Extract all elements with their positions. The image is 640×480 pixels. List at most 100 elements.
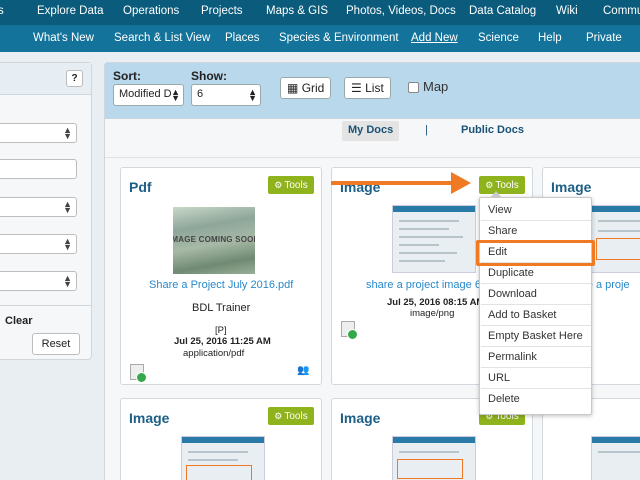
doc-card-image[interactable]: Image ⚙ Tools [120,398,322,480]
modified-date: Jul 25, 2016 08:15 AM [387,297,485,308]
group-icon: 👥 [297,365,310,376]
help-button[interactable]: ? [66,70,83,87]
thumbnail-line [399,220,459,222]
filter-select-2[interactable]: ▲ ▼ [0,197,77,217]
show-value: 6 [197,88,204,100]
card-title: Image [551,179,592,195]
thumbnail-line [598,451,640,453]
nav-item-partial[interactable]: s [0,5,4,18]
image-thumbnail[interactable] [591,205,640,273]
nav-science[interactable]: Science [478,32,519,45]
gear-icon: ⚙ [274,411,283,421]
list-view-button[interactable]: ☰ List [344,77,391,99]
menu-item-delete[interactable]: Delete [481,389,591,410]
nav-help[interactable]: Help [538,32,562,45]
thumbnail-line [188,459,238,461]
grid-view-button[interactable]: ▦ Grid [280,77,332,99]
menu-item-empty-basket-here[interactable]: Empty Basket Here [481,326,591,347]
nav-whats-new[interactable]: What's New [33,32,94,45]
doc-card-pdf[interactable]: Pdf ⚙ Tools IMAGE COMING SOON Share a Pro… [120,167,322,385]
menu-caret [490,191,502,198]
file-name-link[interactable]: share a project image 6 [366,279,481,291]
thumbnail-line [399,451,459,453]
filter-select-4[interactable]: ▲ ▼ [0,271,77,291]
sort-select[interactable]: Modified D ▲ ▼ [113,84,184,106]
card-title: Image [129,410,170,426]
menu-item-duplicate[interactable]: Duplicate [481,263,591,284]
map-checkbox[interactable] [408,82,419,93]
nav-add-new[interactable]: Add New [411,32,458,45]
show-select[interactable]: 6 ▲ ▼ [191,84,261,106]
image-thumbnail[interactable] [181,436,265,480]
nav-wiki[interactable]: Wiki [556,5,578,18]
privacy-flag: [P] [215,325,227,336]
secondary-nav: What's New Search & List View Places Spe… [0,25,640,52]
mime-type: application/pdf [183,348,245,359]
menu-item-url[interactable]: URL [481,368,591,389]
thumbnail-line [598,230,640,232]
primary-nav: s Explore Data Operations Projects Maps … [0,0,640,25]
thumbnail-header [393,437,475,443]
file-name-link[interactable]: Share a Project July 2016.pdf [149,279,293,291]
sort-value: Modified D [119,88,172,100]
thumbnail-header [592,437,640,443]
tools-button[interactable]: ⚙ Tools [268,176,314,194]
menu-item-share[interactable]: Share [481,221,591,242]
image-thumbnail[interactable] [392,436,476,480]
select-caret-icon: ▲ ▼ [171,87,180,103]
select-caret-icon: ▲ ▼ [63,199,72,215]
select-caret-icon: ▲ ▼ [63,273,72,289]
tools-button[interactable]: ⚙ Tools [479,176,525,194]
edit-highlight-box [476,240,595,266]
nav-data-catalog[interactable]: Data Catalog [469,5,536,18]
thumbnail-line [598,220,640,222]
mime-type: image/png [410,308,455,319]
filter-select-3[interactable]: ▲ ▼ [0,234,77,254]
reset-button[interactable]: Reset [32,333,80,355]
thumbnail-highlight [596,238,640,260]
tab-separator: | [425,124,428,136]
nav-explore-data[interactable]: Explore Data [37,5,103,18]
thumbnail-line [188,451,248,453]
nav-photos-videos-docs[interactable]: Photos, Videos, Docs [346,5,456,18]
show-label: Show: [191,69,227,83]
grid-icon: ▦ [287,81,299,95]
nav-projects[interactable]: Projects [201,5,243,18]
nav-species-environment[interactable]: Species & Environment [279,32,399,45]
filter-select-1[interactable]: ▲ ▼ [0,123,77,143]
select-caret-icon: ▲ ▼ [248,87,257,103]
annotation-arrow-icon [451,172,471,194]
download-icon[interactable] [130,364,147,383]
filter-input-1[interactable] [0,159,77,179]
nav-community[interactable]: Commu [603,5,640,18]
sort-label: Sort: [113,69,141,83]
thumbnail-header [592,206,640,212]
thumbnail-highlight [186,465,252,480]
owner-name: BDL Trainer [192,302,251,314]
thumbnail-highlight [397,459,463,479]
gear-icon: ⚙ [485,180,494,190]
menu-item-add-to-basket[interactable]: Add to Basket [481,305,591,326]
clear-link[interactable]: Clear [5,315,33,327]
gear-icon: ⚙ [274,180,283,190]
menu-item-view[interactable]: View [481,200,591,221]
thumbnail-header [182,437,264,443]
nav-maps-gis[interactable]: Maps & GIS [266,5,328,18]
menu-item-permalink[interactable]: Permalink [481,347,591,368]
nav-places[interactable]: Places [225,32,260,45]
select-caret-icon: ▲ ▼ [63,236,72,252]
nav-operations[interactable]: Operations [123,5,179,18]
tools-label: Tools [495,180,519,191]
tools-button[interactable]: ⚙ Tools [268,407,314,425]
thumbnail-line [399,236,463,238]
map-label: Map [423,79,449,94]
tab-public-docs[interactable]: Public Docs [461,124,524,136]
nav-search-list-view[interactable]: Search & List View [114,32,210,45]
tab-my-docs[interactable]: My Docs [342,121,400,141]
nav-private[interactable]: Private [586,32,622,45]
image-thumbnail[interactable] [392,205,476,273]
download-icon[interactable] [341,321,358,340]
document-thumbnail[interactable]: IMAGE COMING SOON [173,207,255,274]
menu-item-download[interactable]: Download [481,284,591,305]
image-thumbnail[interactable] [591,436,640,480]
